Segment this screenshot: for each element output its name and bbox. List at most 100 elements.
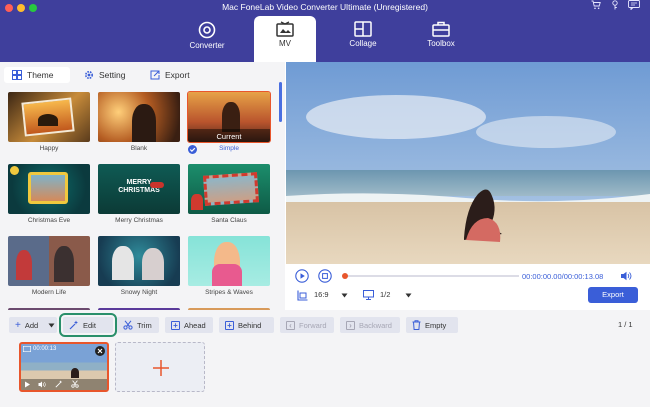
theme-scrollbar[interactable] [279,82,282,122]
theme-thumb-happy[interactable] [8,92,90,142]
film-icon [23,346,31,352]
forward-icon: ‹ [286,320,295,330]
add-ahead-icon: + [171,320,180,330]
volume-icon[interactable] [38,381,46,388]
trim-button[interactable]: Trim [117,317,159,333]
subtab-setting[interactable]: Setting [76,67,133,83]
stop-icon[interactable] [318,269,332,283]
behind-button-label: Behind [238,320,262,330]
scissors-icon [123,320,133,330]
subtab-theme-label: Theme [27,70,54,80]
cart-icon[interactable] [591,0,601,13]
theme-label-christmas-eve: Christmas Eve [27,217,71,224]
theme-panel: Theme Setting Export Happy Blank Current… [0,62,285,316]
converter-icon [198,21,216,39]
forward-button-label: Forward [299,320,327,330]
preview-image [286,62,650,264]
aspect-ratio-icon [297,290,308,301]
magic-wand-icon[interactable] [55,380,63,388]
monitor-icon [363,290,374,300]
ahead-button-label: Ahead [184,320,206,330]
aspect-ratio-select[interactable]: 16:9 [314,290,354,302]
edit-button[interactable]: Edit [59,313,117,337]
theme-thumb-simple[interactable]: Current [187,91,271,143]
export-button[interactable]: Export [588,287,638,303]
tab-collage[interactable]: Collage [332,16,394,62]
theme-label-simple: Simple [219,145,239,152]
add-button-label: Add [24,320,39,330]
tab-mv-label: MV [279,39,291,48]
backward-button[interactable]: › Backward [340,317,400,333]
theme-label-happy: Happy [39,145,59,152]
plus-icon: + [15,319,21,331]
clip-duration: 00:00:13 [23,346,56,352]
time-display: 00:00:00.00/00:00:13.08 [522,272,604,281]
close-icon[interactable] [95,346,105,356]
play-icon[interactable] [295,269,309,283]
mv-icon [276,21,294,37]
window-title: Mac FoneLab Video Converter Ultimate (Un… [222,2,428,12]
edit-button-label: Edit [83,320,96,330]
clip-duration-text: 00:00:13 [33,346,57,352]
tab-mv[interactable]: MV [254,16,316,62]
plus-icon [153,360,169,376]
add-clip-slot[interactable] [115,342,205,392]
gear-icon [84,70,94,80]
trash-icon [412,320,421,330]
aspect-ratio-value: 16:9 [314,290,329,299]
play-icon[interactable] [24,381,31,388]
subtab-setting-label: Setting [99,70,126,80]
page-select-value: 1/2 [380,290,391,299]
theme-thumb-santa-claus[interactable] [188,164,270,214]
forward-button[interactable]: ‹ Forward [280,317,334,333]
theme-label-blank: Blank [130,145,148,152]
top-bar: Mac FoneLab Video Converter Ultimate (Un… [0,0,650,62]
tab-toolbox[interactable]: Toolbox [410,16,472,62]
magic-wand-icon [69,320,78,330]
subtab-export-label: Export [165,70,190,80]
theme-label-stripes-waves: Stripes & Waves [205,289,253,296]
behind-button[interactable]: + Behind [219,317,274,333]
timeline-area: + Add Edit Trim + Ahead + Behind ‹ Forwa… [0,310,650,407]
theme-thumb-snowy-night[interactable] [98,236,180,286]
theme-label-modern-life: Modern Life [31,289,67,296]
feedback-icon[interactable] [628,0,640,13]
christmas-text: CHRISTMAS [118,187,160,194]
theme-label-merry-christmas: Merry Christmas [115,217,163,224]
tab-collage-label: Collage [349,39,377,48]
backward-button-label: Backward [359,320,392,330]
empty-button[interactable]: Empty [406,317,458,333]
theme-thumb-christmas-eve[interactable] [8,164,90,214]
theme-thumb-modern-life[interactable] [8,236,90,286]
chevron-down-icon[interactable] [405,293,412,298]
empty-button-label: Empty [425,320,447,330]
progress-bar[interactable] [344,275,519,277]
ahead-button[interactable]: + Ahead [165,317,213,333]
theme-label-santa-claus: Santa Claus [211,217,247,224]
add-button[interactable]: + Add [9,317,57,333]
volume-icon[interactable] [620,271,632,281]
collage-icon [354,21,372,37]
backward-icon: › [346,320,355,330]
scissors-icon[interactable] [71,380,79,388]
page-select[interactable]: 1/2 [380,290,420,302]
theme-thumb-merry-christmas[interactable]: MERRY CHRISTMAS [98,164,180,214]
chevron-down-icon[interactable] [341,293,348,298]
export-icon [150,70,160,80]
grid-icon [12,70,22,80]
theme-thumb-blank[interactable] [98,92,180,142]
video-preview [286,62,650,264]
key-icon[interactable] [611,0,619,13]
subtab-export[interactable]: Export [142,67,198,83]
player-controls: 00:00:00.00/00:00:13.08 16:9 1/2 Export [286,264,650,310]
tab-converter[interactable]: Converter [176,16,238,62]
trim-button-label: Trim [137,320,152,330]
toolbox-icon [432,21,450,37]
timeline-clip[interactable]: 00:00:13 [19,342,109,392]
theme-thumb-stripes-waves[interactable] [188,236,270,286]
progress-handle[interactable] [342,273,348,279]
subtab-theme[interactable]: Theme [4,67,70,83]
theme-label-snowy-night: Snowy Night [120,289,158,296]
tab-converter-label: Converter [189,41,225,50]
clip-page-count: 1 / 1 [618,320,633,329]
